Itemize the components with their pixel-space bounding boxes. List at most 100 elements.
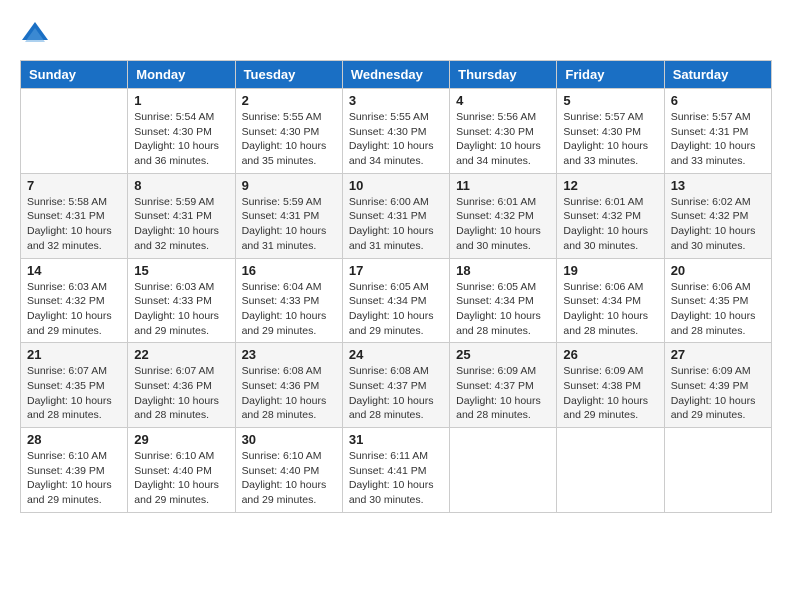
day-info: Sunrise: 6:05 AM Sunset: 4:34 PM Dayligh…	[456, 280, 550, 339]
day-cell: 3 Sunrise: 5:55 AM Sunset: 4:30 PM Daylig…	[342, 89, 449, 174]
day-info: Sunrise: 6:10 AM Sunset: 4:40 PM Dayligh…	[242, 449, 336, 508]
day-number: 6	[671, 93, 765, 108]
day-number: 14	[27, 263, 121, 278]
calendar: SundayMondayTuesdayWednesdayThursdayFrid…	[20, 60, 772, 513]
day-number: 23	[242, 347, 336, 362]
day-info: Sunrise: 6:03 AM Sunset: 4:33 PM Dayligh…	[134, 280, 228, 339]
day-number: 2	[242, 93, 336, 108]
header-cell-thursday: Thursday	[450, 61, 557, 89]
day-cell: 24 Sunrise: 6:08 AM Sunset: 4:37 PM Dayli…	[342, 343, 449, 428]
day-cell: 27 Sunrise: 6:09 AM Sunset: 4:39 PM Dayli…	[664, 343, 771, 428]
day-info: Sunrise: 5:58 AM Sunset: 4:31 PM Dayligh…	[27, 195, 121, 254]
day-info: Sunrise: 5:56 AM Sunset: 4:30 PM Dayligh…	[456, 110, 550, 169]
day-number: 17	[349, 263, 443, 278]
day-cell	[664, 428, 771, 513]
day-cell: 21Sunrise: 6:07 AM Sunset: 4:35 PM Dayli…	[21, 343, 128, 428]
week-row-5: 28 Sunrise: 6:10 AM Sunset: 4:39 PM Dayli…	[21, 428, 772, 513]
day-number: 28	[27, 432, 121, 447]
day-cell: 4 Sunrise: 5:56 AM Sunset: 4:30 PM Daylig…	[450, 89, 557, 174]
day-info: Sunrise: 6:10 AM Sunset: 4:39 PM Dayligh…	[27, 449, 121, 508]
header-cell-wednesday: Wednesday	[342, 61, 449, 89]
day-info: Sunrise: 6:03 AM Sunset: 4:32 PM Dayligh…	[27, 280, 121, 339]
day-cell: 8 Sunrise: 5:59 AM Sunset: 4:31 PM Daylig…	[128, 173, 235, 258]
day-info: Sunrise: 6:10 AM Sunset: 4:40 PM Dayligh…	[134, 449, 228, 508]
day-number: 3	[349, 93, 443, 108]
day-cell: 6 Sunrise: 5:57 AM Sunset: 4:31 PM Daylig…	[664, 89, 771, 174]
day-number: 4	[456, 93, 550, 108]
day-number: 30	[242, 432, 336, 447]
day-cell: 26 Sunrise: 6:09 AM Sunset: 4:38 PM Dayli…	[557, 343, 664, 428]
day-number: 27	[671, 347, 765, 362]
day-cell: 2 Sunrise: 5:55 AM Sunset: 4:30 PM Daylig…	[235, 89, 342, 174]
day-number: 11	[456, 178, 550, 193]
day-cell: 23 Sunrise: 6:08 AM Sunset: 4:36 PM Dayli…	[235, 343, 342, 428]
day-cell	[21, 89, 128, 174]
day-number: 9	[242, 178, 336, 193]
day-number: 8	[134, 178, 228, 193]
day-cell: 14 Sunrise: 6:03 AM Sunset: 4:32 PM Dayli…	[21, 258, 128, 343]
day-number: 16	[242, 263, 336, 278]
day-info: Sunrise: 6:08 AM Sunset: 4:37 PM Dayligh…	[349, 364, 443, 423]
day-info: Sunrise: 6:01 AM Sunset: 4:32 PM Dayligh…	[563, 195, 657, 254]
day-number: 18	[456, 263, 550, 278]
day-info: Sunrise: 5:59 AM Sunset: 4:31 PM Dayligh…	[134, 195, 228, 254]
day-number: 12	[563, 178, 657, 193]
day-number: 13	[671, 178, 765, 193]
header	[20, 20, 772, 50]
day-cell: 31 Sunrise: 6:11 AM Sunset: 4:41 PM Dayli…	[342, 428, 449, 513]
day-cell: 1Sunrise: 5:54 AM Sunset: 4:30 PM Daylig…	[128, 89, 235, 174]
day-info: Sunrise: 5:55 AM Sunset: 4:30 PM Dayligh…	[349, 110, 443, 169]
day-info: Sunrise: 6:02 AM Sunset: 4:32 PM Dayligh…	[671, 195, 765, 254]
day-info: Sunrise: 6:09 AM Sunset: 4:39 PM Dayligh…	[671, 364, 765, 423]
day-number: 29	[134, 432, 228, 447]
day-info: Sunrise: 6:00 AM Sunset: 4:31 PM Dayligh…	[349, 195, 443, 254]
header-cell-saturday: Saturday	[664, 61, 771, 89]
day-cell: 5Sunrise: 5:57 AM Sunset: 4:30 PM Daylig…	[557, 89, 664, 174]
day-cell: 9 Sunrise: 5:59 AM Sunset: 4:31 PM Daylig…	[235, 173, 342, 258]
day-cell: 7 Sunrise: 5:58 AM Sunset: 4:31 PM Daylig…	[21, 173, 128, 258]
day-cell	[450, 428, 557, 513]
day-info: Sunrise: 5:55 AM Sunset: 4:30 PM Dayligh…	[242, 110, 336, 169]
day-cell: 17 Sunrise: 6:05 AM Sunset: 4:34 PM Dayli…	[342, 258, 449, 343]
day-cell: 15Sunrise: 6:03 AM Sunset: 4:33 PM Dayli…	[128, 258, 235, 343]
day-number: 7	[27, 178, 121, 193]
day-number: 20	[671, 263, 765, 278]
day-number: 22	[134, 347, 228, 362]
day-number: 26	[563, 347, 657, 362]
day-cell: 18 Sunrise: 6:05 AM Sunset: 4:34 PM Dayli…	[450, 258, 557, 343]
day-number: 10	[349, 178, 443, 193]
day-number: 31	[349, 432, 443, 447]
header-cell-sunday: Sunday	[21, 61, 128, 89]
week-row-2: 7 Sunrise: 5:58 AM Sunset: 4:31 PM Daylig…	[21, 173, 772, 258]
day-info: Sunrise: 6:09 AM Sunset: 4:38 PM Dayligh…	[563, 364, 657, 423]
day-info: Sunrise: 6:09 AM Sunset: 4:37 PM Dayligh…	[456, 364, 550, 423]
day-cell: 29 Sunrise: 6:10 AM Sunset: 4:40 PM Dayli…	[128, 428, 235, 513]
day-info: Sunrise: 5:59 AM Sunset: 4:31 PM Dayligh…	[242, 195, 336, 254]
day-cell: 12 Sunrise: 6:01 AM Sunset: 4:32 PM Dayli…	[557, 173, 664, 258]
header-cell-monday: Monday	[128, 61, 235, 89]
day-cell: 22 Sunrise: 6:07 AM Sunset: 4:36 PM Dayli…	[128, 343, 235, 428]
header-row: SundayMondayTuesdayWednesdayThursdayFrid…	[21, 61, 772, 89]
day-cell: 20Sunrise: 6:06 AM Sunset: 4:35 PM Dayli…	[664, 258, 771, 343]
page-container: SundayMondayTuesdayWednesdayThursdayFrid…	[20, 20, 772, 513]
day-info: Sunrise: 6:06 AM Sunset: 4:34 PM Dayligh…	[563, 280, 657, 339]
day-info: Sunrise: 6:04 AM Sunset: 4:33 PM Dayligh…	[242, 280, 336, 339]
day-info: Sunrise: 6:07 AM Sunset: 4:36 PM Dayligh…	[134, 364, 228, 423]
day-cell: 13 Sunrise: 6:02 AM Sunset: 4:32 PM Dayli…	[664, 173, 771, 258]
header-cell-tuesday: Tuesday	[235, 61, 342, 89]
day-number: 5	[563, 93, 657, 108]
day-info: Sunrise: 6:11 AM Sunset: 4:41 PM Dayligh…	[349, 449, 443, 508]
day-number: 1	[134, 93, 228, 108]
day-cell	[557, 428, 664, 513]
day-info: Sunrise: 6:05 AM Sunset: 4:34 PM Dayligh…	[349, 280, 443, 339]
day-info: Sunrise: 5:57 AM Sunset: 4:31 PM Dayligh…	[671, 110, 765, 169]
day-cell: 28 Sunrise: 6:10 AM Sunset: 4:39 PM Dayli…	[21, 428, 128, 513]
day-cell: 19Sunrise: 6:06 AM Sunset: 4:34 PM Dayli…	[557, 258, 664, 343]
day-info: Sunrise: 6:01 AM Sunset: 4:32 PM Dayligh…	[456, 195, 550, 254]
day-cell: 25Sunrise: 6:09 AM Sunset: 4:37 PM Dayli…	[450, 343, 557, 428]
day-info: Sunrise: 6:08 AM Sunset: 4:36 PM Dayligh…	[242, 364, 336, 423]
week-row-3: 14 Sunrise: 6:03 AM Sunset: 4:32 PM Dayli…	[21, 258, 772, 343]
logo-icon	[20, 20, 50, 50]
day-number: 24	[349, 347, 443, 362]
week-row-4: 21Sunrise: 6:07 AM Sunset: 4:35 PM Dayli…	[21, 343, 772, 428]
